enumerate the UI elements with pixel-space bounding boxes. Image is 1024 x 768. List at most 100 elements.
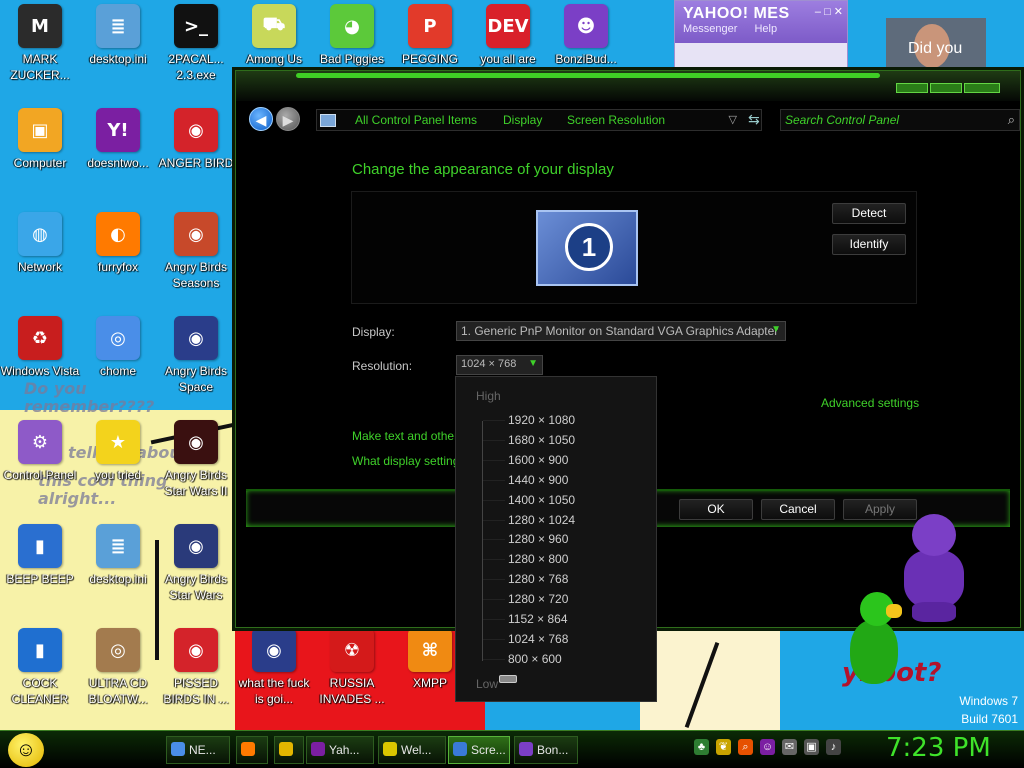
app-icon: ⛟ — [252, 4, 296, 48]
taskbar-button[interactable] — [274, 736, 304, 764]
search-input[interactable] — [785, 111, 995, 129]
resolution-option[interactable]: 1440 × 900 — [508, 473, 568, 487]
detect-button[interactable]: Detect — [832, 203, 906, 224]
resolution-option[interactable]: 1152 × 864 — [508, 612, 568, 626]
desktop-icon[interactable]: Y! doesntwo... — [78, 108, 158, 171]
desktop-icon[interactable]: ≣ desktop.ini — [78, 524, 158, 587]
tray-app-icon[interactable]: ❦ — [716, 739, 731, 755]
app-icon — [279, 742, 293, 756]
resolution-option[interactable]: 1280 × 768 — [508, 572, 568, 586]
display-select[interactable]: 1. Generic PnP Monitor on Standard VGA G… — [456, 321, 786, 341]
desktop-icon-label: PISSED BIRDS IN ... — [163, 676, 229, 706]
desktop-icon-label: doesntwo... — [87, 156, 149, 170]
tray-search-icon[interactable]: ⌕ — [738, 739, 753, 755]
resolution-slider-thumb[interactable] — [499, 675, 517, 683]
breadcrumb-display[interactable]: Display — [503, 113, 542, 127]
desktop-icon[interactable]: ☢ RUSSIA INVADES ... — [312, 628, 392, 707]
desktop-icon[interactable]: ◎ ULTRA CD BLOATW... — [78, 628, 158, 707]
desktop-icon[interactable]: ▮ BEEP BEEP — [0, 524, 80, 587]
tray-app-icon[interactable]: ♣ — [694, 739, 709, 755]
app-icon: ◎ — [96, 628, 140, 672]
refresh-icon[interactable]: ⇆ — [748, 111, 760, 128]
volume-icon[interactable]: ♪ — [826, 739, 841, 755]
desktop-icon[interactable]: ◉ what the fuck is goi... — [234, 628, 314, 707]
taskbar-button[interactable]: Bon... — [514, 736, 578, 764]
notification-popup[interactable]: Did you — [886, 18, 986, 72]
desktop-icon[interactable]: ★ you tried — [78, 420, 158, 483]
desktop-icon[interactable]: >_ 2PACAL... 2.3.exe — [156, 4, 236, 83]
search-icon[interactable]: ⌕ — [1008, 112, 1015, 128]
resolution-option[interactable]: 1024 × 768 — [508, 632, 568, 646]
forward-arrow-icon[interactable]: ▶ — [276, 107, 300, 131]
address-bar[interactable]: All Control Panel Items Display Screen R… — [316, 109, 762, 131]
taskbar-button[interactable]: Wel... — [378, 736, 446, 764]
resolution-option[interactable]: 1280 × 1024 — [508, 513, 575, 527]
tray-yahoo-icon[interactable]: ☺ — [760, 739, 775, 755]
yahoo-window-controls[interactable]: – □ ✕ — [815, 5, 843, 18]
ok-button[interactable]: OK — [679, 499, 753, 520]
breadcrumb-screen-resolution[interactable]: Screen Resolution — [567, 113, 665, 127]
taskbar-button[interactable]: Yah... — [306, 736, 374, 764]
text-size-link[interactable]: Make text and other — [352, 429, 458, 443]
taskbar-button[interactable]: NE... — [166, 736, 230, 764]
back-arrow-icon[interactable]: ◀ — [249, 107, 273, 131]
resolution-option[interactable]: 800 × 600 — [508, 652, 562, 666]
window-titlebar[interactable] — [236, 71, 1020, 101]
tray-notification-icon[interactable]: ✉ — [782, 739, 797, 755]
resolution-select[interactable]: 1024 × 768 ▼ — [456, 355, 543, 375]
resolution-dropdown[interactable]: High 1920 × 1080 1680 × 1050 1600 × 900 144… — [455, 376, 657, 702]
taskbar-button[interactable]: Scre... — [448, 736, 510, 764]
monitor-1-icon[interactable]: 1 — [536, 210, 638, 286]
desktop-icon[interactable]: ♻ Windows Vista — [0, 316, 80, 379]
yahoo-menu-messenger[interactable]: Messenger — [683, 23, 737, 35]
desktop-icon[interactable]: M MARK ZUCKER... — [0, 4, 80, 83]
desktop-icon[interactable]: ◉ Angry Birds Seasons — [156, 212, 236, 291]
desktop-icon[interactable]: ▮ COCK CLEANER — [0, 628, 80, 707]
resolution-option[interactable]: 1680 × 1050 — [508, 433, 575, 447]
advanced-settings-link[interactable]: Advanced settings — [821, 396, 919, 410]
resolution-option[interactable]: 1600 × 900 — [508, 453, 568, 467]
maximize-button[interactable] — [930, 83, 962, 93]
resolution-option[interactable]: 1280 × 800 — [508, 552, 568, 566]
desktop-icon[interactable]: ◉ Angry Birds Star Wars — [156, 524, 236, 603]
tray-network-icon[interactable]: ▣ — [804, 739, 819, 755]
start-button[interactable]: ☺ — [8, 733, 44, 767]
taskbar-clock[interactable]: 7:23 PM — [886, 733, 991, 763]
minimize-button[interactable] — [896, 83, 928, 93]
close-button[interactable] — [964, 83, 1000, 93]
desktop-icon[interactable]: ≣ desktop.ini — [78, 4, 158, 67]
app-icon: ◍ — [18, 212, 62, 256]
resolution-option[interactable]: 1280 × 720 — [508, 592, 568, 606]
yahoo-menu-help[interactable]: Help — [754, 23, 777, 35]
breadcrumb-control-panel-items[interactable]: All Control Panel Items — [355, 113, 477, 127]
parrot-character[interactable] — [842, 592, 908, 688]
desktop-icon[interactable]: ⛟ Among Us — [234, 4, 314, 67]
desktop-icon[interactable]: ◉ ANGER BIRD — [156, 108, 236, 171]
cancel-button[interactable]: Cancel — [761, 499, 835, 520]
desktop-icon[interactable]: ◕ Bad Piggies — [312, 4, 392, 67]
desktop-icon[interactable]: ◉ PISSED BIRDS IN ... — [156, 628, 236, 707]
taskbar-button[interactable] — [236, 736, 268, 764]
desktop-icon[interactable]: ☻ BonziBud... — [546, 4, 626, 67]
desktop-icon[interactable]: ▣ Computer — [0, 108, 80, 171]
desktop-icon[interactable]: ◎ chome — [78, 316, 158, 379]
yahoo-messenger-window[interactable]: YAHOO! MES Messenger Help – □ ✕ — [674, 0, 848, 72]
wallpaper-cream-area — [640, 628, 780, 730]
resolution-option[interactable]: 1400 × 1050 — [508, 493, 575, 507]
resolution-option[interactable]: 1920 × 1080 — [508, 413, 575, 427]
yahoo-titlebar[interactable]: YAHOO! MES Messenger Help – □ ✕ — [675, 1, 847, 43]
desktop-icon[interactable]: DEV you all are — [468, 4, 548, 67]
desktop-icon[interactable]: ◉ Angry Birds Space — [156, 316, 236, 395]
display-settings-link[interactable]: What display setting — [352, 454, 459, 468]
desktop-icon[interactable]: ◐ furryfox — [78, 212, 158, 275]
chevron-down-icon[interactable]: ▽ — [729, 113, 737, 126]
search-box[interactable]: ⌕ — [780, 109, 1020, 131]
bonzi-legs — [912, 602, 956, 622]
desktop-icon[interactable]: ◍ Network — [0, 212, 80, 275]
desktop-icon[interactable]: P PEGGING — [390, 4, 470, 67]
resolution-option[interactable]: 1280 × 960 — [508, 532, 568, 546]
desktop-icon[interactable]: ◉ Angry Birds Star Wars II — [156, 420, 236, 499]
identify-button[interactable]: Identify — [832, 234, 906, 255]
desktop-icon[interactable]: ⚙ Control Panel — [0, 420, 80, 483]
resolution-slider-track[interactable] — [482, 420, 517, 683]
